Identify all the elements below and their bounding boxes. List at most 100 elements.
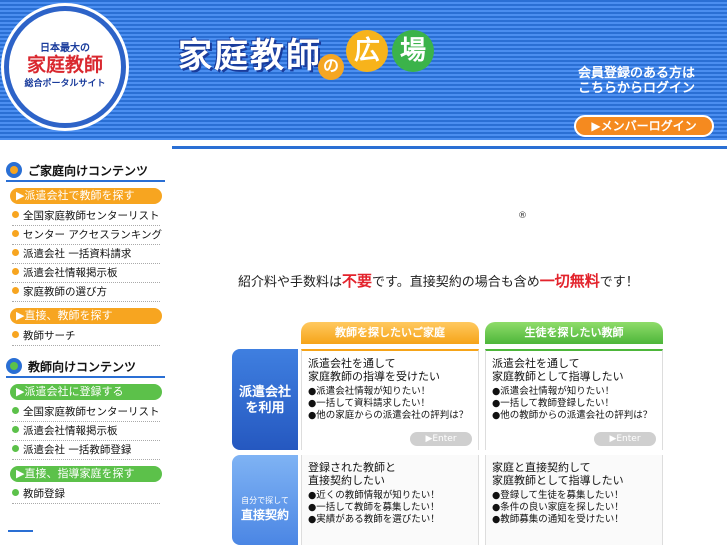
login-message-line: こちらからログイン (578, 81, 696, 96)
logo-main-text: 家庭教師 (26, 54, 103, 76)
cell-family-agency[interactable]: 派遣会社を通して 家庭教師の指導を受けたい ●派遣会社情報が知りたい！ ●一括して… (301, 349, 479, 450)
teacher-bar-direct[interactable]: ▶直接、指導家庭を探す (10, 466, 162, 482)
cell-title-line: 家庭教師として指導したい (492, 370, 624, 383)
sidebar-item-bulk-request[interactable]: 派遣会社 一括資料請求 (12, 245, 160, 264)
bullet-icon (12, 489, 19, 496)
sidebar-item-agency-board[interactable]: 派遣会社情報掲示板 (12, 264, 160, 283)
green-circle-icon (6, 358, 22, 374)
teacher-bar-agency[interactable]: ▶派遣会社に登録する (10, 384, 162, 400)
hiroba-char-2: 場 (392, 30, 434, 72)
cell-line: ●条件の良い家庭を探したい！ (492, 502, 624, 513)
bullet-icon (12, 331, 19, 338)
cell-title-line: 家庭と直接契約して (492, 461, 591, 474)
row-label-line: 派遣会社 (238, 385, 291, 400)
logo-tagline: 日本最大の (40, 43, 90, 54)
cell-line: ●一括して教師登録したい！ (492, 398, 615, 409)
sidebar-item-label: 派遣会社情報掲示板 (23, 425, 118, 437)
row-label-big: 直接契約 (240, 508, 289, 522)
sidebar-item-agency-board-teacher[interactable]: 派遣会社情報掲示板 (12, 422, 160, 441)
bullet-icon (12, 407, 19, 414)
site-logo[interactable]: 日本最大の 家庭教師 総合ポータルサイト (4, 6, 126, 128)
sidebar-item-teacher-register[interactable]: 教師登録 (12, 485, 160, 504)
sidebar-item-label: センター アクセスランキング (23, 229, 162, 241)
bullet-icon (12, 426, 19, 433)
cell-title-line: 派遣会社を通して (492, 357, 580, 370)
cell-title: 派遣会社を通して 家庭教師の指導を受けたい (308, 357, 472, 383)
tab-family[interactable]: 教師を探したいご家庭 (301, 322, 479, 344)
headline-part: です。直接契約の場合も含め (372, 275, 540, 290)
site-title-hiroba: 広場 (346, 30, 438, 72)
cell-title: 派遣会社を通して 家庭教師として指導したい (492, 357, 656, 383)
cell-line: ●実績がある教師を選びたい！ (308, 514, 440, 525)
sidebar-item-center-list[interactable]: 全国家庭教師センターリスト (12, 207, 160, 226)
sidebar-item-label: 派遣会社 一括教師登録 (23, 444, 132, 456)
registered-mark: ® (518, 211, 527, 221)
cell-line: ●近くの教師情報が知りたい！ (308, 490, 440, 501)
cell-title-line: 家庭教師の指導を受けたい (308, 370, 440, 383)
cell-teacher-agency[interactable]: 派遣会社を通して 家庭教師として指導したい ●派遣会社情報が知りたい！ ●一括して… (485, 349, 663, 450)
cell-line: ●登録して生徒を募集したい！ (492, 490, 624, 501)
row-label-direct: 自分で探して 直接契約 (232, 455, 298, 545)
cell-line: ●他の家庭からの派遣会社の評判は？ (308, 410, 469, 421)
orange-circle-icon (6, 162, 22, 178)
logo-subtext: 総合ポータルサイト (24, 79, 106, 89)
headline-emphasis: 一切無料 (539, 272, 600, 290)
site-title: 家庭教師 (178, 36, 322, 76)
sidebar-item-label: 全国家庭教師センターリスト (23, 210, 160, 222)
headline-part: です！ (599, 275, 639, 290)
sidebar-item-label: 派遣会社情報掲示板 (23, 267, 118, 279)
sidebar-item-label: 教師サーチ (23, 330, 76, 342)
headline-part: 紹介料や手数料は (238, 275, 343, 290)
bullet-icon (12, 211, 19, 218)
sidebar-item-access-ranking[interactable]: センター アクセスランキング (12, 226, 162, 245)
sidebar: ご家庭向けコンテンツ ▶派遣会社で教師を探す 全国家庭教師センターリスト センタ… (0, 160, 165, 504)
row-label-agency: 派遣会社 を利用 (232, 349, 298, 450)
sidebar-item-teacher-search[interactable]: 教師サーチ (12, 327, 160, 346)
headline-emphasis: 不要 (342, 272, 373, 290)
cell-title: 家庭と直接契約して 家庭教師として指導したい (492, 461, 656, 487)
cell-title-line: 派遣会社を通して (308, 357, 396, 370)
teacher-section-title: 教師向けコンテンツ (28, 360, 137, 374)
cell-line: ●他の教師からの派遣会社の評判は？ (492, 410, 653, 421)
sidebar-item-label: 家庭教師の選び方 (23, 286, 107, 298)
sidebar-item-label: 派遣会社 一括資料請求 (23, 248, 132, 260)
cell-line: ●一括して教師を募集したい！ (308, 502, 440, 513)
sidebar-item-bulk-register[interactable]: 派遣会社 一括教師登録 (12, 441, 160, 460)
sidebar-item-label: 教師登録 (23, 488, 65, 500)
sidebar-item-center-list-teacher[interactable]: 全国家庭教師センターリスト (12, 403, 160, 422)
bullet-icon (12, 445, 19, 452)
cell-title: 登録された教師と 直接契約したい (308, 461, 472, 487)
bullet-icon (12, 268, 19, 275)
site-title-no: の (318, 54, 344, 80)
hiroba-char-1: 広 (346, 30, 388, 72)
bullet-icon (12, 230, 19, 237)
cell-title-line: 登録された教師と (308, 461, 396, 474)
tab-teacher[interactable]: 生徒を探したい教師 (485, 322, 663, 344)
cell-title-line: 直接契約したい (308, 474, 385, 487)
sidebar-bottom-line (8, 530, 33, 532)
cell-line: ●派遣会社情報が知りたい！ (492, 386, 615, 397)
bullet-icon (12, 287, 19, 294)
family-section-header: ご家庭向けコンテンツ (6, 160, 165, 182)
member-login-button[interactable]: ▶メンバーログイン (574, 115, 714, 137)
row-label-small: 自分で探して (241, 496, 289, 505)
cell-title-line: 家庭教師として指導したい (492, 474, 624, 487)
enter-button[interactable]: ▶Enter (594, 432, 656, 446)
header-divider-line (172, 146, 727, 149)
enter-button[interactable]: ▶Enter (410, 432, 472, 446)
bullet-icon (12, 249, 19, 256)
login-message: 会員登録のある方は こちらからログイン (578, 66, 695, 96)
teacher-section-header: 教師向けコンテンツ (6, 356, 165, 378)
sidebar-item-how-to-choose[interactable]: 家庭教師の選び方 (12, 283, 160, 302)
cell-line: ●一括して資料請求したい！ (308, 398, 431, 409)
family-bar-direct[interactable]: ▶直接、教師を探す (10, 308, 162, 324)
cell-family-direct[interactable]: 登録された教師と 直接契約したい ●近くの教師情報が知りたい！ ●一括して教師を募… (301, 455, 479, 545)
family-section-title: ご家庭向けコンテンツ (28, 164, 149, 178)
row-label-line: を利用 (245, 401, 285, 416)
sidebar-item-label: 全国家庭教師センターリスト (23, 406, 160, 418)
free-headline: 紹介料や手数料は不要です。直接契約の場合も含め一切無料です！ (238, 270, 639, 291)
family-bar-agency[interactable]: ▶派遣会社で教師を探す (10, 188, 162, 204)
cell-line: ●教師募集の通知を受けたい！ (492, 514, 624, 525)
cell-line: ●派遣会社情報が知りたい！ (308, 386, 431, 397)
cell-teacher-direct[interactable]: 家庭と直接契約して 家庭教師として指導したい ●登録して生徒を募集したい！ ●条件… (485, 455, 663, 545)
